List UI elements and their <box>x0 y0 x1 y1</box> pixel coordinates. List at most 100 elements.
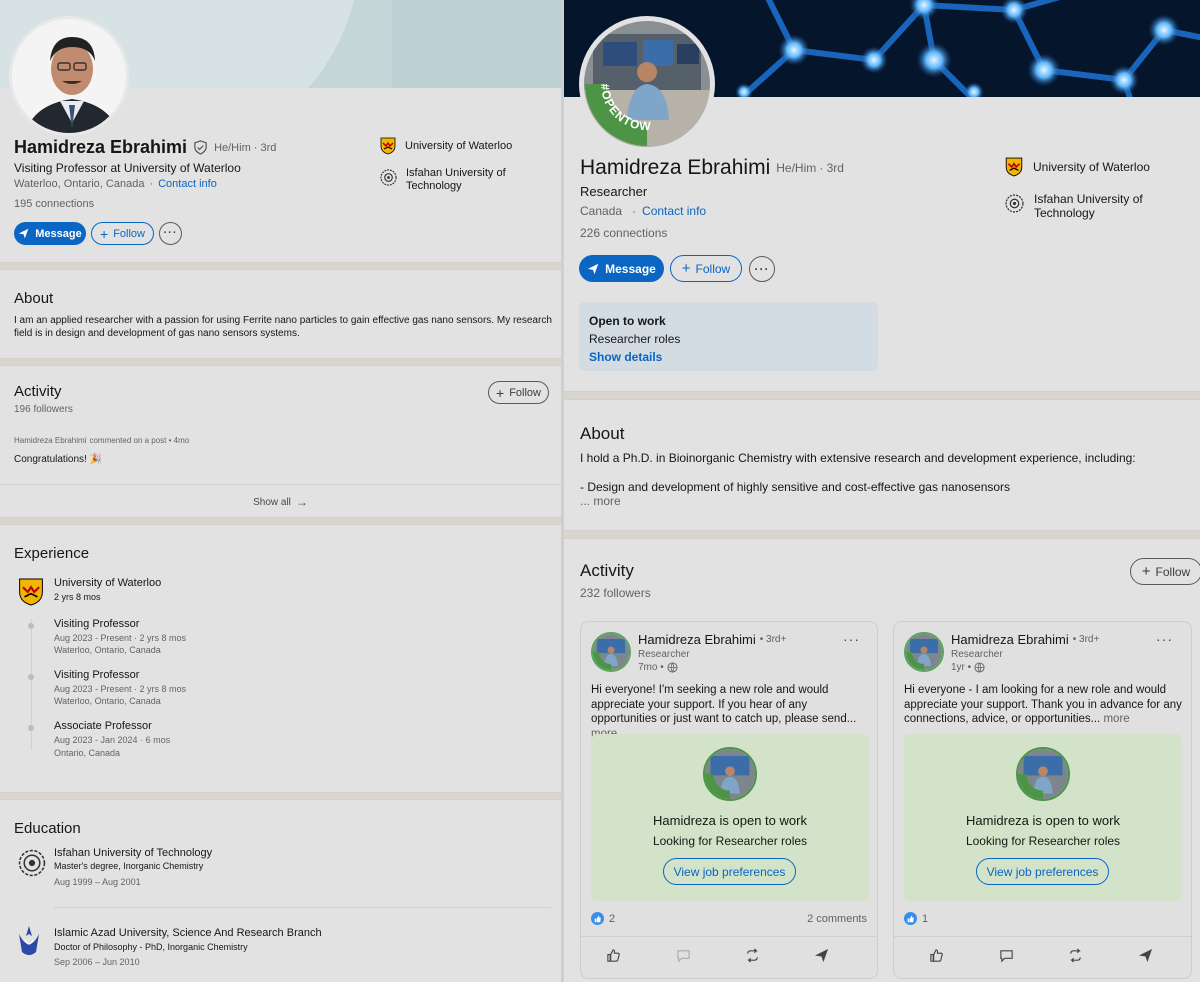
contact-info-link[interactable]: Contact info <box>158 178 217 190</box>
experience-role-dates: Aug 2023 - Present · 2 yrs 8 mos <box>54 684 187 694</box>
send-icon <box>587 263 599 275</box>
activity-follow-button[interactable]: + Follow <box>488 381 549 404</box>
activity-followers: 232 followers <box>580 586 651 600</box>
open-to-work-post-card[interactable]: Hamidreza is open to work Looking for Re… <box>904 734 1182 901</box>
share-icon[interactable] <box>814 948 829 968</box>
activity-post-meta: Hamidreza Ebrahimi commented on a post •… <box>14 436 189 445</box>
profile-location: Canada <box>580 204 623 218</box>
activity-follow-button[interactable]: + Follow <box>1130 558 1200 585</box>
comment-icon[interactable] <box>676 948 691 968</box>
post-overflow-menu[interactable]: ··· <box>843 631 860 647</box>
message-button[interactable]: Message <box>14 222 86 245</box>
post-author-row: Hamidreza Ebrahimi • 3rd+ <box>951 632 1099 647</box>
experience-role-title[interactable]: Visiting Professor <box>54 618 139 630</box>
about-more-link[interactable]: ... more <box>580 494 621 508</box>
experience-role-dates: Aug 2023 - Present · 2 yrs 8 mos <box>54 633 187 643</box>
experience-company[interactable]: University of Waterloo <box>54 577 161 589</box>
share-icon[interactable] <box>1138 948 1153 968</box>
reaction-count: 1 <box>922 912 929 925</box>
section-separator <box>564 391 1200 400</box>
plus-icon: + <box>681 260 691 277</box>
isfahan-seal-icon <box>380 169 397 186</box>
post-overflow-menu[interactable]: ··· <box>1156 631 1173 647</box>
like-icon[interactable] <box>929 948 944 968</box>
show-all-label: Show all <box>253 496 291 508</box>
like-reaction-icon <box>904 912 917 925</box>
post-reactions[interactable]: 1 <box>904 912 928 925</box>
activity-followers: 196 followers <box>14 404 73 415</box>
follow-button[interactable]: + Follow <box>91 222 154 245</box>
view-job-preferences-button[interactable]: View job preferences <box>976 858 1109 885</box>
about-text-line-2: - Design and development of highly sensi… <box>580 480 1011 494</box>
post-author-name[interactable]: Hamidreza Ebrahimi <box>638 632 756 647</box>
section-separator <box>0 517 561 525</box>
activity-follow-label: Follow <box>1155 564 1191 579</box>
location-separator: · <box>632 204 637 218</box>
top-org-isfahan[interactable]: Isfahan University of Technology <box>1005 192 1164 220</box>
more-actions-button[interactable]: ··· <box>749 256 775 282</box>
section-separator <box>0 262 561 270</box>
top-org-waterloo[interactable]: University of Waterloo <box>1005 157 1150 177</box>
open-to-work-card[interactable]: Open to work Researcher roles Show detai… <box>579 302 878 371</box>
more-actions-button[interactable]: ··· <box>159 222 182 245</box>
about-heading: About <box>14 290 54 307</box>
message-button[interactable]: Message <box>579 255 664 282</box>
show-details-link[interactable]: Show details <box>589 350 662 364</box>
post-more-link[interactable]: more <box>1103 713 1129 725</box>
education-school[interactable]: Islamic Azad University, Science And Res… <box>54 927 322 939</box>
education-school[interactable]: Isfahan University of Technology <box>54 847 212 859</box>
education-dates: Sep 2006 – Jun 2010 <box>54 957 140 967</box>
top-org-waterloo[interactable]: University of Waterloo <box>380 137 512 155</box>
connections-count[interactable]: 226 connections <box>580 226 667 240</box>
view-job-preferences-button[interactable]: View job preferences <box>663 858 796 885</box>
timeline-dot <box>28 674 34 680</box>
azad-logo-icon <box>16 924 42 965</box>
post-reactions[interactable]: 2 <box>591 912 615 925</box>
comment-count[interactable]: 2 comments <box>807 913 867 925</box>
post-action-divider <box>894 936 1191 937</box>
otw-title: Hamidreza is open to work <box>653 813 807 828</box>
education-degree: Master's degree, Inorganic Chemistry <box>54 861 204 871</box>
section-separator <box>0 792 561 800</box>
post-author-subtitle: Researcher <box>951 649 1003 660</box>
post-author-avatar[interactable] <box>591 632 631 672</box>
connections-count[interactable]: 195 connections <box>14 198 94 210</box>
education-divider <box>54 907 551 908</box>
activity-post-author[interactable]: Hamidreza Ebrahimi <box>14 436 86 445</box>
ellipsis-icon: ··· <box>163 227 178 239</box>
activity-post-text[interactable]: Congratulations! 🎉 <box>14 454 102 465</box>
globe-icon <box>667 662 678 673</box>
post-text-body: Hi everyone! I'm seeking a new role and … <box>591 684 857 725</box>
section-separator <box>0 358 561 366</box>
experience-role-title[interactable]: Visiting Professor <box>54 669 139 681</box>
activity-post-card[interactable]: Hamidreza Ebrahimi • 3rd+ Researcher 7mo… <box>580 621 878 979</box>
reaction-count: 2 <box>609 912 616 925</box>
repost-icon[interactable] <box>745 948 760 968</box>
post-author-avatar[interactable] <box>904 632 944 672</box>
top-org-isfahan[interactable]: Isfahan University of Technology <box>380 167 516 193</box>
experience-role-location: Waterloo, Ontario, Canada <box>54 696 161 706</box>
repost-icon[interactable] <box>1068 948 1083 968</box>
open-to-work-post-card[interactable]: Hamidreza is open to work Looking for Re… <box>591 734 869 901</box>
profile-pronouns: He/Him <box>776 161 817 175</box>
activity-follow-label: Follow <box>509 386 541 399</box>
profile-avatar[interactable] <box>9 16 129 136</box>
right-profile-panel: #OPENTOWORK Hamidreza Ebrahimi He/Him · … <box>564 0 1200 982</box>
experience-role-title[interactable]: Associate Professor <box>54 720 152 732</box>
contact-info-link[interactable]: Contact info <box>642 204 706 218</box>
message-button-label: Message <box>605 261 656 276</box>
post-text-body: Hi everyone - I am looking for a new rol… <box>904 684 1182 725</box>
arrow-right-icon: → <box>295 495 308 509</box>
show-all-activity-button[interactable]: Show all → <box>0 496 561 508</box>
post-author-name[interactable]: Hamidreza Ebrahimi <box>951 632 1069 647</box>
activity-post-card[interactable]: Hamidreza Ebrahimi • 3rd+ Researcher 1yr… <box>893 621 1192 979</box>
comment-icon[interactable] <box>999 948 1014 968</box>
waterloo-crest-icon <box>18 577 44 612</box>
like-icon[interactable] <box>606 948 621 968</box>
open-to-work-title: Open to work <box>589 314 666 328</box>
follow-button[interactable]: + Follow <box>670 255 742 282</box>
education-heading: Education <box>14 820 81 837</box>
profile-headline: Researcher <box>580 184 648 199</box>
profile-avatar-open-to-work[interactable]: #OPENTOWORK <box>578 9 715 152</box>
timeline-dot <box>28 725 34 731</box>
